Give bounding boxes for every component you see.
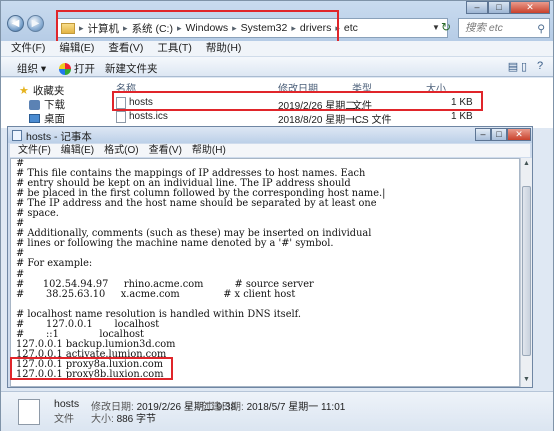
notepad-menu-view[interactable]: 查看(V) <box>149 144 182 157</box>
notepad-minimize-button[interactable]: – <box>475 128 491 141</box>
proxy-lines-highlight-box <box>10 357 173 380</box>
breadcrumb-etc[interactable]: etc <box>344 22 358 34</box>
nav-downloads-label: 下载 <box>44 99 65 111</box>
details-size: 大小: 886 字节 <box>91 410 156 425</box>
star-icon: ★ <box>19 85 29 97</box>
navigation-pane: ★ 收藏夹 下载 桌面 <box>1 78 111 128</box>
address-dropdown-icon[interactable]: ▼ <box>432 23 440 32</box>
menu-file[interactable]: 文件(F) <box>11 41 45 56</box>
explorer-toolbar: 组织 ▾ 打开 新建文件夹 ▤ ▯ ? <box>1 56 553 77</box>
refresh-icon[interactable]: ↻ <box>441 20 455 36</box>
organize-button[interactable]: 组织 ▾ <box>17 61 46 76</box>
desktop-icon <box>29 114 40 123</box>
details-file-name: hosts <box>54 398 80 410</box>
explorer-window: ◀ ▶ ▸ 计算机 ▸ 系统 (C:) ▸ Windows ▸ System32… <box>0 0 554 431</box>
nav-desktop[interactable]: 桌面 <box>29 111 65 126</box>
details-created-value: 2018/5/7 星期一 11:01 <box>246 402 346 413</box>
details-size-label: 大小: <box>91 414 114 425</box>
notepad-menubar: 文件(F) 编辑(E) 格式(O) 查看(V) 帮助(H) <box>10 144 530 157</box>
file-type: ICS 文件 <box>352 115 392 126</box>
details-size-value: 886 字节 <box>116 414 157 425</box>
address-highlight-box <box>56 10 339 45</box>
explorer-menubar: 文件(F) 编辑(E) 查看(V) 工具(T) 帮助(H) <box>1 41 553 56</box>
nav-desktop-label: 桌面 <box>44 113 65 125</box>
back-button[interactable]: ◀ <box>7 15 24 32</box>
notepad-scrollbar[interactable]: ▲ ▼ <box>520 158 532 387</box>
notepad-icon <box>12 130 22 141</box>
menu-help[interactable]: 帮助(H) <box>206 41 242 56</box>
notepad-menu-file[interactable]: 文件(F) <box>18 144 51 157</box>
hosts-file-highlight-box <box>112 91 483 111</box>
open-button[interactable]: 打开 <box>59 61 95 76</box>
file-name: hosts.ics <box>129 111 168 122</box>
nav-downloads[interactable]: 下载 <box>29 97 65 112</box>
details-created: 创建日期: 2018/5/7 星期一 11:01 <box>201 398 345 413</box>
notepad-menu-format[interactable]: 格式(O) <box>104 144 138 157</box>
new-folder-button[interactable]: 新建文件夹 <box>105 61 158 76</box>
menu-view[interactable]: 查看(V) <box>108 41 143 56</box>
scroll-up-icon[interactable]: ▲ <box>523 160 530 167</box>
preview-pane-icon[interactable]: ▯ <box>517 60 531 73</box>
notepad-window: hosts - 记事本 – □ ✕ 文件(F) 编辑(E) 格式(O) 查看(V… <box>7 126 533 388</box>
search-icon[interactable]: ⚲ <box>537 20 545 38</box>
minimize-button[interactable]: – <box>466 1 488 14</box>
scroll-thumb[interactable] <box>522 186 531 356</box>
hosts-file-content: # # This file contains the mappings of I… <box>16 158 386 380</box>
search-input[interactable]: 搜索 etc ⚲ <box>458 18 550 38</box>
file-icon <box>116 111 126 123</box>
notepad-text-area[interactable]: # # This file contains the mappings of I… <box>10 158 520 387</box>
menu-tools[interactable]: 工具(T) <box>157 41 191 56</box>
details-pane: hosts 修改日期: 2019/2/26 星期二 9:38 创建日期: 201… <box>1 391 553 431</box>
menu-edit[interactable]: 编辑(E) <box>59 41 94 56</box>
notepad-title: hosts - 记事本 <box>26 131 92 143</box>
details-type: 文件 <box>54 414 74 425</box>
notepad-close-button[interactable]: ✕ <box>507 128 531 141</box>
help-icon[interactable]: ? <box>533 60 547 73</box>
open-label: 打开 <box>74 63 95 75</box>
close-button[interactable]: ✕ <box>510 1 550 14</box>
notepad-menu-edit[interactable]: 编辑(E) <box>61 144 94 157</box>
downloads-icon <box>29 99 40 110</box>
file-large-icon <box>18 399 40 425</box>
search-placeholder: 搜索 etc <box>465 22 503 34</box>
nav-favorites-label: 收藏夹 <box>32 85 65 97</box>
nav-favorites[interactable]: ★ 收藏夹 <box>19 83 64 98</box>
open-with-icon <box>59 62 71 75</box>
notepad-titlebar: hosts - 记事本 – □ ✕ <box>8 127 532 143</box>
file-size: 1 KB <box>451 111 473 122</box>
scroll-down-icon[interactable]: ▼ <box>523 376 530 383</box>
notepad-maximize-button[interactable]: □ <box>491 128 507 141</box>
notepad-menu-help[interactable]: 帮助(H) <box>192 144 226 157</box>
file-date: 2018/8/20 星期一... <box>278 115 364 126</box>
forward-button[interactable]: ▶ <box>27 15 44 32</box>
details-created-label: 创建日期: <box>201 402 244 413</box>
file-row-hosts-ics[interactable]: hosts.ics 2018/8/20 星期一... ICS 文件 1 KB <box>111 110 553 126</box>
maximize-button[interactable]: □ <box>488 1 510 14</box>
